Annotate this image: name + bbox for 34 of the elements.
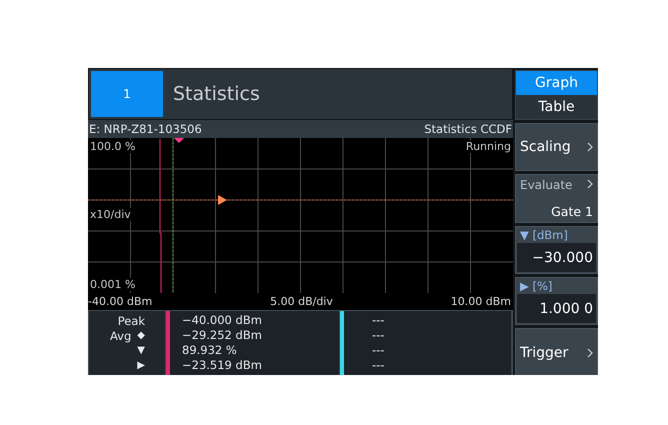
threshold-triangle-icon[interactable] [218, 195, 227, 205]
screen-title: Statistics [173, 83, 260, 105]
readout-value: --- [372, 343, 386, 358]
readout-value: --- [372, 328, 386, 343]
value-field[interactable]: ▶ [%] 1.000 0 [515, 277, 598, 325]
readout-value: --- [372, 313, 386, 328]
marker-symbol: ▶ [137, 360, 145, 371]
x-start-label: -40.00 dBm [88, 295, 152, 308]
view-tab[interactable]: Table [516, 95, 597, 119]
measurement-mode: Statistics CCDF [424, 122, 512, 136]
value-field[interactable]: ▼ [dBm] −30.000 [515, 226, 598, 274]
chevron-right-icon [587, 348, 593, 358]
chevron-right-icon [587, 142, 593, 152]
softkey[interactable]: Scaling [515, 123, 598, 171]
y-bottom-label: 0.001 % [90, 278, 136, 291]
marker-triangle-icon[interactable] [174, 138, 184, 143]
y-top-label: 100.0 % [90, 140, 136, 153]
softkey[interactable]: Evaluate Gate 1 [515, 174, 598, 223]
status-label: Running [466, 140, 511, 153]
x-stop-label: 10.00 dBm [450, 295, 511, 308]
chevron-right-icon [587, 178, 593, 188]
readout-label: Avg [110, 328, 132, 342]
y-scale-label: x10/div [90, 208, 131, 221]
sensor-name: E: NRP-Z81-103506 [89, 122, 202, 136]
readout-value: −29.252 dBm [182, 328, 263, 343]
readout-value: −40.000 dBm [182, 313, 263, 328]
readout-value: 89.932 % [182, 343, 238, 358]
x-division-label: 5.00 dB/div [270, 295, 333, 308]
readout-value: --- [372, 358, 386, 373]
readout-label: Peak [118, 314, 145, 328]
marker-symbol: ◆ [137, 330, 145, 341]
marker-symbol: ▼ [137, 345, 145, 356]
softkey[interactable]: Trigger [515, 328, 598, 375]
readout-value: −23.519 dBm [182, 358, 263, 373]
